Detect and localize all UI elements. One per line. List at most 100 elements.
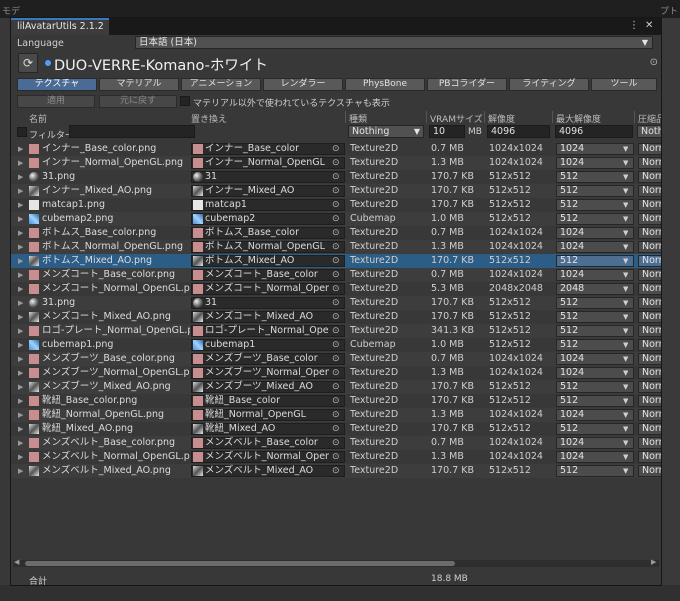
compression-select[interactable]: Normal	[638, 157, 661, 169]
column-header-compression[interactable]: 圧縮品	[638, 112, 661, 125]
scroll-left-icon[interactable]: ◀	[14, 558, 19, 566]
table-row[interactable]: ▶ メンズコート_Base_color.png メンズコート_Base_color ⊙…	[11, 268, 661, 282]
object-picker-icon[interactable]: ⊙	[332, 255, 340, 267]
compression-select[interactable]: Normal	[638, 325, 661, 337]
scroll-right-icon[interactable]: ▶	[651, 558, 656, 566]
foldout-arrow-icon[interactable]: ▶	[18, 241, 23, 253]
table-row[interactable]: ▶ ボトムス_Mixed_AO.png ボトムス_Mixed_AO ⊙ Texture2…	[11, 254, 661, 268]
compression-select[interactable]: Normal	[638, 213, 661, 225]
foldout-arrow-icon[interactable]: ▶	[18, 283, 23, 295]
tab-category[interactable]: レンダラー	[263, 78, 343, 91]
object-picker-icon[interactable]: ⊙	[332, 339, 340, 351]
show-unused-checkbox[interactable]	[180, 96, 190, 106]
tab-category[interactable]: PhysBone	[345, 78, 425, 91]
window-tab[interactable]: lilAvatarUtils 2.1.2	[11, 18, 109, 35]
table-row[interactable]: ▶ メンズブーツ_Base_color.png メンズブーツ_Base_color ⊙…	[11, 352, 661, 366]
foldout-arrow-icon[interactable]: ▶	[18, 465, 23, 477]
language-select[interactable]: 日本語 (日本) ▼	[135, 36, 653, 49]
object-picker-icon[interactable]: ⊙	[332, 269, 340, 281]
column-separator[interactable]	[552, 111, 553, 123]
compression-select[interactable]: Normal	[638, 143, 661, 155]
object-picker-icon[interactable]: ⊙	[332, 451, 340, 463]
max-resolution-filter-input[interactable]: 4096	[555, 125, 633, 138]
select-all-checkbox[interactable]	[17, 127, 27, 137]
table-row[interactable]: ▶ 靴紐_Normal_OpenGL.png 靴紐_Normal_OpenGL ⊙ Te…	[11, 408, 661, 422]
object-picker-icon[interactable]: ⊙	[332, 353, 340, 365]
name-filter-input[interactable]	[69, 125, 195, 138]
table-row[interactable]: ▶ cubemap2.png cubemap2 ⊙ Cubemap 1.0 MB 512x5…	[11, 212, 661, 226]
compression-select[interactable]: Normal	[638, 255, 661, 267]
kebab-menu-icon[interactable]: ⋮	[629, 20, 639, 32]
object-picker-icon[interactable]: ⊙	[332, 241, 340, 253]
compression-select[interactable]: Normal	[638, 437, 661, 449]
object-picker-icon[interactable]: ⊙	[332, 157, 340, 169]
foldout-arrow-icon[interactable]: ▶	[18, 227, 23, 239]
compression-select[interactable]: Normal	[638, 241, 661, 253]
table-row[interactable]: ▶ ロゴ-プレート_Normal_OpenGL.png ロゴ-プレート_Normal…	[11, 324, 661, 338]
vram-filter-input[interactable]: 10	[429, 125, 465, 138]
compression-select[interactable]: Normal	[638, 283, 661, 295]
table-row[interactable]: ▶ matcap1.png matcap1 ⊙ Texture2D 170.7 KB 512…	[11, 198, 661, 212]
tab-category[interactable]: マテリアル	[99, 78, 179, 91]
table-row[interactable]: ▶ メンズベルト_Mixed_AO.png メンズベルト_Mixed_AO ⊙ Text…	[11, 464, 661, 478]
foldout-arrow-icon[interactable]: ▶	[18, 269, 23, 281]
tab-category[interactable]: ツール	[591, 78, 657, 91]
table-row[interactable]: ▶ メンズベルト_Normal_OpenGL.png メンズベルト_Normal_O…	[11, 450, 661, 464]
column-separator[interactable]	[345, 111, 346, 123]
compression-select[interactable]: Normal	[638, 199, 661, 211]
foldout-arrow-icon[interactable]: ▶	[18, 451, 23, 463]
column-separator[interactable]	[484, 111, 485, 123]
compression-select[interactable]: Normal	[638, 269, 661, 281]
type-filter-select[interactable]: Nothing ▼	[348, 125, 424, 138]
object-picker-icon[interactable]: ⊙	[332, 283, 340, 295]
object-picker-icon[interactable]: ⊙	[332, 409, 340, 421]
object-picker-icon[interactable]: ⊙	[332, 311, 340, 323]
compression-select[interactable]: Normal	[638, 395, 661, 407]
column-header-max-resolution[interactable]: 最大解像度	[556, 112, 601, 125]
table-row[interactable]: ▶ 靴紐_Mixed_AO.png 靴紐_Mixed_AO ⊙ Texture2D 170…	[11, 422, 661, 436]
column-header-type[interactable]: 種類	[349, 112, 367, 125]
resolution-filter-input[interactable]: 4096	[487, 125, 550, 138]
compression-select[interactable]: Normal	[638, 185, 661, 197]
column-header-vram[interactable]: VRAMサイズ	[430, 112, 483, 125]
object-picker-icon[interactable]: ⊙	[332, 465, 340, 477]
object-picker-icon[interactable]: ⊙	[332, 297, 340, 309]
foldout-arrow-icon[interactable]: ▶	[18, 185, 23, 197]
table-row[interactable]: ▶ 31.png 31 ⊙ Texture2D 170.7 KB 512x512 512 ▼ No…	[11, 170, 661, 184]
table-row[interactable]: ▶ メンズコート_Normal_OpenGL.png メンズコート_Normal_O…	[11, 282, 661, 296]
table-row[interactable]: ▶ cubemap1.png cubemap1 ⊙ Cubemap 1.0 MB 512x5…	[11, 338, 661, 352]
foldout-arrow-icon[interactable]: ▶	[18, 409, 23, 421]
foldout-arrow-icon[interactable]: ▶	[18, 381, 23, 393]
object-picker-icon[interactable]: ⊙	[332, 423, 340, 435]
tab-category[interactable]: ライティング	[509, 78, 589, 91]
close-icon[interactable]: ✕	[645, 20, 653, 32]
table-row[interactable]: ▶ インナー_Base_color.png インナー_Base_color ⊙ Text…	[11, 142, 661, 156]
object-picker-icon[interactable]: ⊙	[332, 437, 340, 449]
apply-button[interactable]: 適用	[17, 95, 95, 108]
foldout-arrow-icon[interactable]: ▶	[18, 311, 23, 323]
foldout-arrow-icon[interactable]: ▶	[18, 255, 23, 267]
column-separator[interactable]	[426, 111, 427, 123]
compression-select[interactable]: Normal	[638, 227, 661, 239]
compression-select[interactable]: Normal	[638, 465, 661, 477]
compression-filter-select[interactable]: Nothing	[637, 125, 661, 138]
object-picker-icon[interactable]: ⊙	[332, 185, 340, 197]
foldout-arrow-icon[interactable]: ▶	[18, 143, 23, 155]
object-picker-icon[interactable]: ⊙	[332, 213, 340, 225]
horizontal-scrollbar-thumb[interactable]	[25, 561, 455, 566]
object-picker-icon[interactable]: ⊙	[332, 143, 340, 155]
compression-select[interactable]: Normal	[638, 297, 661, 309]
tab-category[interactable]: テクスチャ	[17, 78, 97, 91]
tab-category[interactable]: アニメーション	[181, 78, 261, 91]
foldout-arrow-icon[interactable]: ▶	[18, 297, 23, 309]
foldout-arrow-icon[interactable]: ▶	[18, 353, 23, 365]
foldout-arrow-icon[interactable]: ▶	[18, 395, 23, 407]
table-row[interactable]: ▶ 31.png 31 ⊙ Texture2D 170.7 KB 512x512 512 ▼ No…	[11, 296, 661, 310]
table-row[interactable]: ▶ ボトムス_Normal_OpenGL.png ボトムス_Normal_OpenG…	[11, 240, 661, 254]
table-row[interactable]: ▶ メンズブーツ_Mixed_AO.png メンズブーツ_Mixed_AO ⊙ Text…	[11, 380, 661, 394]
gear-icon[interactable]: ⊙	[650, 57, 658, 68]
object-picker-icon[interactable]: ⊙	[332, 227, 340, 239]
compression-select[interactable]: Normal	[638, 381, 661, 393]
table-row[interactable]: ▶ メンズベルト_Base_color.png メンズベルト_Base_color ⊙…	[11, 436, 661, 450]
table-row[interactable]: ▶ メンズブーツ_Normal_OpenGL.png メンズブーツ_Normal_O…	[11, 366, 661, 380]
